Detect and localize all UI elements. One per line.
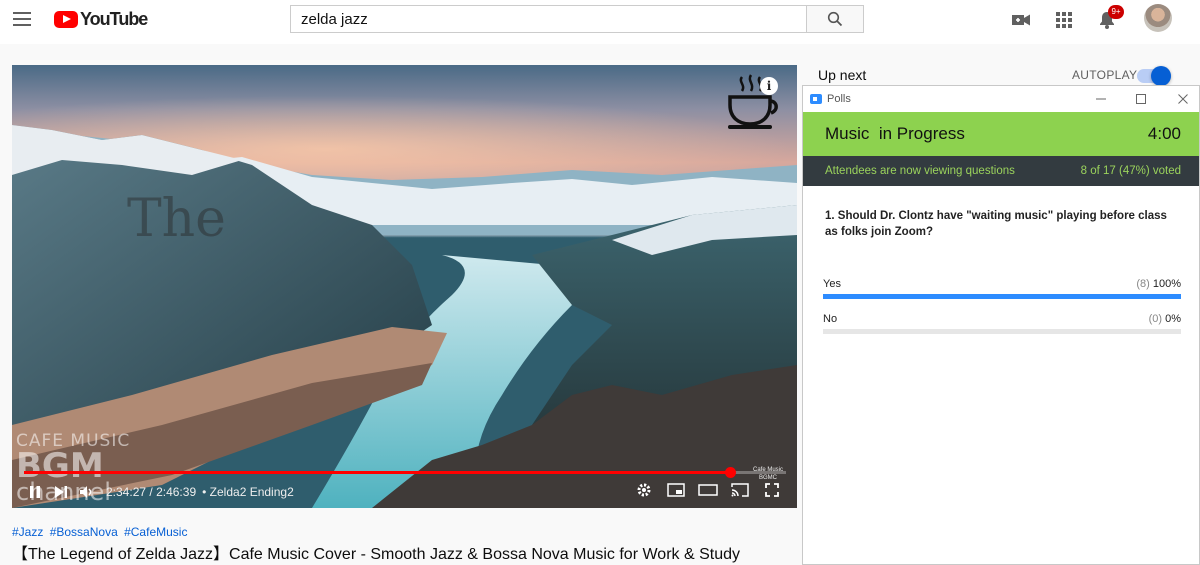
apps-grid-icon[interactable] (1054, 10, 1074, 30)
minimize-icon[interactable] (1093, 91, 1109, 107)
poll-answer: No (0) 0% (823, 313, 1181, 334)
poll-vote-count: 8 of 17 (47%) voted (1080, 165, 1181, 177)
up-next-heading: Up next (818, 67, 867, 83)
poll-status-text: Attendees are now viewing questions (825, 165, 1015, 177)
answer-result: (0) 0% (1149, 313, 1181, 325)
chapter-separator: • (202, 485, 207, 499)
fullscreen-icon[interactable] (759, 479, 785, 501)
settings-gear-icon[interactable] (631, 479, 657, 501)
hashtag-link[interactable]: #CafeMusic (124, 525, 187, 539)
zoom-app-icon (810, 94, 822, 104)
answer-bar (823, 294, 1181, 299)
youtube-logo[interactable]: YouTube (54, 8, 148, 29)
hashtag-link[interactable]: #BossaNova (50, 525, 118, 539)
answer-label: No (823, 313, 838, 325)
search-icon (827, 11, 843, 27)
player-controls: 2:34:27 / 2:46:39 • Zelda2 Ending2 (12, 479, 797, 505)
logo-text: YouTube (80, 8, 148, 29)
answer-bar (823, 329, 1181, 334)
search-bar (290, 5, 864, 33)
search-button[interactable] (806, 5, 864, 33)
polls-window: Polls Music in Progress 4:00 Attendees a… (802, 85, 1200, 565)
polls-titlebar[interactable]: Polls (803, 86, 1199, 112)
next-track-icon[interactable] (48, 481, 74, 503)
search-input[interactable] (290, 5, 806, 33)
answer-count: (0) (1148, 313, 1163, 325)
video-title: 【The Legend of Zelda Jazz】Cafe Music Cov… (12, 546, 740, 563)
pause-icon[interactable] (22, 481, 48, 503)
watermark-line-2: BGM (16, 446, 104, 486)
poll-name: Music in Progress (825, 124, 965, 143)
answer-result: (8) 100% (1136, 278, 1181, 290)
answer-percent: 100% (1152, 278, 1181, 290)
time-display: 2:34:27 / 2:46:39 (106, 485, 196, 499)
answer-count: (8) (1136, 278, 1150, 290)
answer-percent: 0% (1165, 313, 1181, 325)
answer-label: Yes (823, 278, 841, 290)
video-progress-bar[interactable] (24, 467, 786, 478)
poll-answer: Yes (8) 100% (823, 278, 1181, 299)
video-player[interactable]: The i CAFE MUSIC BGM channel Cafe Music … (12, 65, 797, 508)
hashtags: #Jazz #BossaNova #CafeMusic (12, 525, 190, 539)
hashtag-link[interactable]: #Jazz (12, 525, 43, 539)
poll-question: 1. Should Dr. Clontz have "waiting music… (825, 210, 1167, 238)
answer-bar-fill (823, 294, 1181, 299)
cast-icon[interactable] (727, 479, 753, 501)
player-right-controls (631, 479, 785, 501)
poll-timer: 4:00 (1147, 124, 1181, 143)
theater-mode-icon[interactable] (695, 479, 721, 501)
poll-status-bar: Attendees are now viewing questions 8 of… (803, 156, 1199, 186)
hamburger-menu-icon[interactable] (13, 12, 31, 26)
miniplayer-icon[interactable] (663, 479, 689, 501)
maximize-icon[interactable] (1133, 91, 1149, 107)
duration: 2:46:39 (156, 485, 197, 499)
chapter-title[interactable]: • Zelda2 Ending2 (202, 485, 294, 499)
video-overlay-text: The (127, 189, 226, 249)
create-video-icon[interactable] (1011, 10, 1031, 30)
avatar[interactable] (1144, 4, 1172, 32)
volume-icon[interactable] (74, 481, 100, 503)
notification-badge: 9+ (1108, 5, 1124, 19)
polls-window-title: Polls (827, 93, 851, 105)
autoplay-toggle[interactable] (1137, 66, 1171, 86)
close-icon[interactable] (1175, 91, 1191, 107)
top-bar: YouTube 9+ (0, 0, 1200, 44)
chapter-label: Zelda2 Ending2 (209, 485, 294, 499)
current-time: 2:34:27 (106, 485, 147, 499)
progress-played (24, 471, 731, 474)
autoplay-label: AUTOPLAY (1072, 68, 1138, 82)
poll-header: Music in Progress 4:00 (803, 112, 1199, 156)
youtube-play-icon (54, 10, 78, 28)
toggle-knob (1151, 66, 1171, 86)
info-icon[interactable]: i (760, 77, 778, 95)
time-separator: / (149, 485, 153, 499)
